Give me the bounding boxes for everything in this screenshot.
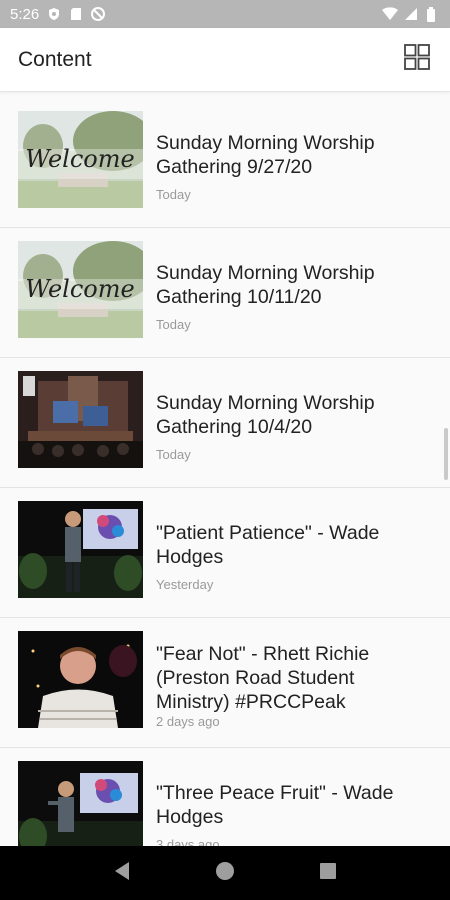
item-date: Today xyxy=(156,447,191,462)
recents-square-icon xyxy=(319,862,337,885)
grid-view-icon xyxy=(404,44,430,75)
back-button[interactable] xyxy=(110,861,134,885)
list-item[interactable]: "Patient Patience" - Wade Hodges Yesterd… xyxy=(0,488,450,618)
page-title: Content xyxy=(18,47,92,71)
scrollbar[interactable] xyxy=(444,428,448,480)
system-nav-bar xyxy=(0,846,450,900)
back-triangle-icon xyxy=(113,861,131,886)
welcome-church-image: Welcome xyxy=(18,111,143,208)
list-item[interactable]: "Fear Not" - Rhett Richie (Preston Road … xyxy=(0,618,450,748)
item-title: "Fear Not" - Rhett Richie (Preston Road … xyxy=(156,643,370,713)
item-date: 3 days ago xyxy=(156,837,220,846)
list-item[interactable]: "Three Peace Fruit" - Wade Hodges 3 days… xyxy=(0,748,450,846)
item-title: Sunday Morning Worship Gathering 10/4/20 xyxy=(156,392,375,438)
list-item[interactable]: Sunday Morning Worship Gathering 10/4/20… xyxy=(0,358,450,488)
signal-icon xyxy=(404,7,418,21)
welcome-church-image: Welcome xyxy=(18,241,143,338)
list-item[interactable]: Welcome Sunday Morning Worship Gathering… xyxy=(0,228,450,358)
status-bar: 5:26 xyxy=(0,0,450,28)
item-title: "Patient Patience" - Wade Hodges xyxy=(156,522,380,568)
item-date: Today xyxy=(156,187,191,202)
item-title: "Three Peace Fruit" - Wade Hodges xyxy=(156,782,394,828)
speaker-stage-image xyxy=(18,761,143,846)
home-circle-icon xyxy=(215,861,235,886)
wifi-icon xyxy=(382,7,398,21)
home-button[interactable] xyxy=(213,861,237,885)
student-speaker-image xyxy=(18,631,143,728)
battery-icon xyxy=(426,7,440,22)
no-sync-icon xyxy=(91,7,106,21)
list-item[interactable]: Welcome Sunday Morning Worship Gathering… xyxy=(0,98,450,228)
speaker-stage-image xyxy=(18,501,143,598)
sd-card-icon xyxy=(69,7,83,21)
item-title: Sunday Morning Worship Gathering 9/27/20 xyxy=(156,132,375,178)
thumb-welcome-text: Welcome xyxy=(25,145,134,173)
item-title: Sunday Morning Worship Gathering 10/11/2… xyxy=(156,262,375,308)
thumb-welcome-text: Welcome xyxy=(25,275,134,303)
status-time: 5:26 xyxy=(10,5,40,23)
item-date: Yesterday xyxy=(156,577,214,592)
recents-button[interactable] xyxy=(316,861,340,885)
item-date: Today xyxy=(156,317,191,332)
shield-icon xyxy=(47,7,61,21)
app-bar: Content xyxy=(0,28,450,92)
grid-view-button[interactable] xyxy=(402,44,432,75)
content-list: Welcome Sunday Morning Worship Gathering… xyxy=(0,98,450,846)
item-date: 2 days ago xyxy=(156,714,220,729)
sanctuary-image xyxy=(18,371,143,468)
